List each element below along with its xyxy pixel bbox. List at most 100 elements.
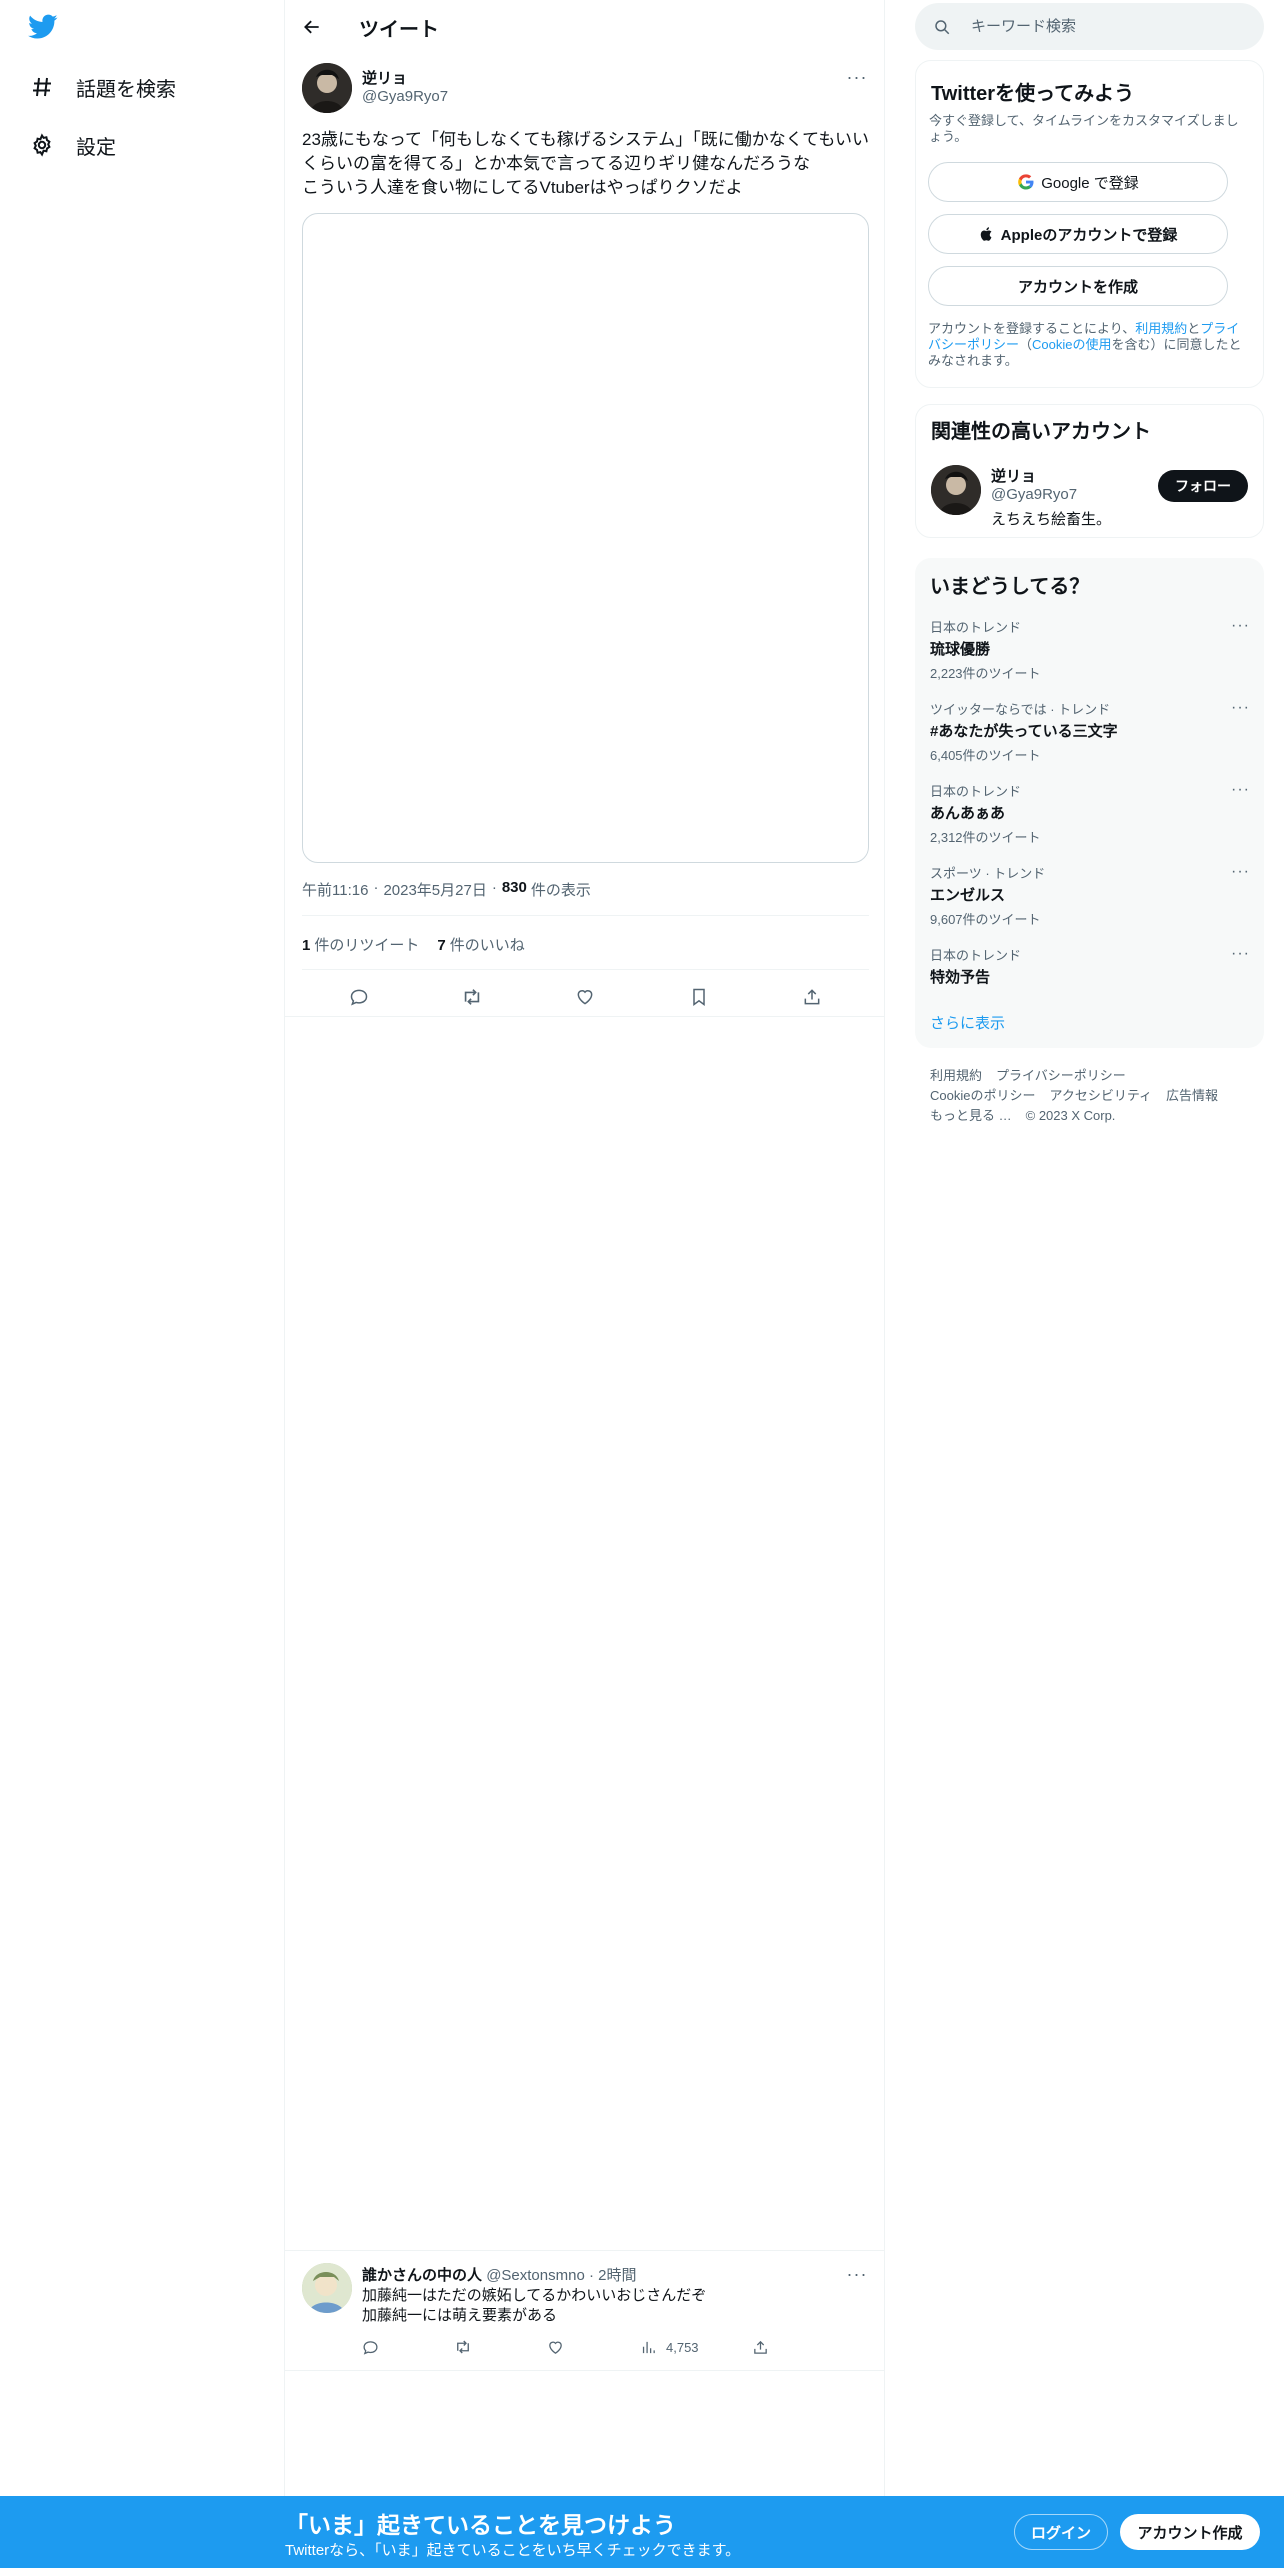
twitter-logo-icon[interactable] bbox=[28, 14, 62, 44]
tweet-media[interactable] bbox=[302, 213, 869, 863]
tweet-stats: 1 件のリツイート 7 件のいいね bbox=[302, 934, 525, 955]
reply-icon[interactable] bbox=[341, 979, 377, 1015]
login-button[interactable]: ログイン bbox=[1014, 2514, 1108, 2550]
reply-text-line: 加藤純一はただの嫉妬してるかわいいおじさんだぞ bbox=[362, 2287, 707, 2304]
gear-icon bbox=[28, 131, 56, 159]
tweet-actions bbox=[302, 977, 869, 1017]
reply-author-handle[interactable]: @Sextonsmno bbox=[486, 2267, 585, 2284]
reply-actions: 4,753 bbox=[362, 2334, 802, 2360]
reply-views-count: 4,753 bbox=[666, 2339, 699, 2355]
divider bbox=[302, 969, 869, 970]
divider bbox=[285, 1016, 885, 1017]
divider bbox=[302, 915, 869, 916]
trend-item[interactable]: スポーツ · トレンド エンゼルス 9,607件のツイート ··· bbox=[930, 863, 1250, 928]
views-stat[interactable]: 4,753 bbox=[640, 2334, 699, 2360]
bottom-signup-bar: 「いま」起きていることを見つけよう Twitterなら、「いま」起きていることを… bbox=[0, 2496, 1284, 2568]
google-signup-button[interactable]: Google で登録 bbox=[928, 162, 1228, 202]
avatar[interactable] bbox=[302, 63, 352, 113]
more-options-icon[interactable]: ··· bbox=[1231, 617, 1250, 635]
nav-item-settings[interactable]: 設定 bbox=[28, 125, 116, 165]
more-options-icon[interactable]: ··· bbox=[842, 2264, 872, 2284]
footer-link[interactable]: 広告情報 bbox=[1166, 1088, 1218, 1103]
show-more-link[interactable]: さらに表示 bbox=[930, 1012, 1005, 1033]
search-box[interactable] bbox=[915, 3, 1264, 50]
like-icon[interactable] bbox=[547, 2334, 564, 2360]
more-options-icon[interactable]: ··· bbox=[1231, 699, 1250, 717]
nav-item-label: 設定 bbox=[76, 136, 116, 159]
like-icon[interactable] bbox=[567, 979, 603, 1015]
related-title: 関連性の高いアカウント bbox=[931, 421, 1151, 443]
footer-link[interactable]: アクセシビリティ bbox=[1049, 1088, 1152, 1103]
signup-card-title: Twitterを使ってみよう bbox=[931, 83, 1135, 105]
analytics-icon bbox=[642, 2341, 655, 2353]
copyright: © 2023 X Corp. bbox=[1025, 1108, 1116, 1123]
nav-item-label: 話題を検索 bbox=[76, 78, 176, 101]
left-nav: 話題を検索 設定 bbox=[0, 0, 285, 2568]
page-header: ツイート bbox=[285, 0, 885, 53]
google-signup-label: Google で登録 bbox=[1041, 174, 1139, 192]
more-options-icon[interactable]: ··· bbox=[842, 67, 872, 87]
related-account-bio: えちえち絵畜生。 bbox=[991, 511, 1112, 528]
share-icon[interactable] bbox=[752, 2334, 769, 2360]
more-options-icon[interactable]: ··· bbox=[1231, 945, 1250, 963]
reply-text: 加藤純一はただの嫉妬してるかわいいおじさんだぞ 加藤純一には萌え要素がある bbox=[362, 2286, 706, 2326]
signup-card-subtitle: 今すぐ登録して、タイムラインをカスタマイズしましょう。 bbox=[929, 113, 1239, 144]
more-options-icon[interactable]: ··· bbox=[1231, 781, 1250, 799]
reply-text-line: 加藤純一には萌え要素がある bbox=[362, 2307, 558, 2324]
bookmark-icon[interactable] bbox=[681, 979, 717, 1015]
footer-link[interactable]: Cookieのポリシー bbox=[930, 1088, 1035, 1103]
trend-item[interactable]: 日本のトレンド あんあぁあ 2,312件のツイート ··· bbox=[930, 781, 1250, 846]
retweet-icon[interactable] bbox=[454, 979, 490, 1015]
back-arrow-icon[interactable] bbox=[295, 10, 329, 44]
reply-icon[interactable] bbox=[362, 2334, 379, 2360]
related-account-handle[interactable]: @Gya9Ryo7 bbox=[991, 486, 1077, 503]
trends-title: いまどうしてる？ bbox=[930, 576, 1090, 598]
terms-link[interactable]: 利用規約 bbox=[1135, 321, 1187, 336]
signup-legal-text: アカウントを登録することにより、利用規約とプライバシーポリシー（Cookieの使… bbox=[928, 321, 1242, 368]
bottom-bar-subtitle: Twitterなら、「いま」起きていることをいち早くチェックできます。 bbox=[285, 2542, 741, 2559]
share-icon[interactable] bbox=[794, 979, 830, 1015]
reply-author-name[interactable]: 誰かさんの中の人 bbox=[362, 2267, 482, 2284]
related-account-name[interactable]: 逆リョ bbox=[991, 465, 1036, 486]
trend-item[interactable]: 日本のトレンド 特効予告 ··· bbox=[930, 945, 1250, 987]
reply-time[interactable]: 2時間 bbox=[598, 2267, 636, 2284]
apple-signup-label: Appleのアカウントで登録 bbox=[1000, 226, 1178, 244]
create-account-label: アカウントを作成 bbox=[1017, 278, 1138, 296]
retweet-icon[interactable] bbox=[454, 2334, 472, 2360]
create-account-button[interactable]: アカウントを作成 bbox=[928, 266, 1228, 306]
footer-link[interactable]: プライバシーポリシー bbox=[996, 1068, 1126, 1083]
search-icon bbox=[933, 17, 953, 37]
signup-card: Twitterを使ってみよう 今すぐ登録して、タイムラインをカスタマイズしましょ… bbox=[915, 60, 1264, 388]
trend-item[interactable]: 日本のトレンド 琉球優勝 2,223件のツイート ··· bbox=[930, 617, 1250, 682]
bottom-bar-title: 「いま」起きていることを見つけよう bbox=[285, 2512, 676, 2538]
footer-link[interactable]: もっと見る … bbox=[930, 1108, 1012, 1123]
signup-button[interactable]: アカウント作成 bbox=[1120, 2514, 1260, 2550]
nav-item-explore[interactable]: 話題を検索 bbox=[28, 67, 176, 107]
google-icon bbox=[1017, 173, 1035, 191]
page-title: ツイート bbox=[359, 19, 439, 41]
tweet-text-line: こういう人達を食い物にしてるVtuberはやっぱりクソだよ bbox=[302, 178, 743, 197]
trend-item[interactable]: ツイッターならでは · トレンド #あなたが失っている三文字 6,405件のツイ… bbox=[930, 699, 1250, 764]
trends-card: いまどうしてる？ 日本のトレンド 琉球優勝 2,223件のツイート ··· ツイ… bbox=[915, 558, 1264, 1048]
reply-header: 誰かさんの中の人 @Sextonsmno · 2時間 bbox=[362, 2267, 637, 2284]
tweet-metadata: 午前11:16 · 2023年5月27日 · 830 件の表示 bbox=[302, 879, 591, 900]
likes-stat[interactable]: 7 件のいいね bbox=[437, 934, 524, 955]
tweet-text-line: 23歳にもなって「何もしなくても稼げるシステム」「既に働かなくてもいい bbox=[302, 130, 869, 149]
main-column: ツイート 逆リョ @Gya9Ryo7 ··· 23歳にもなって「何もしなくても稼… bbox=[285, 0, 885, 2568]
tweet-author-handle[interactable]: @Gya9Ryo7 bbox=[362, 88, 448, 105]
footer-links: 利用規約 プライバシーポリシー Cookieのポリシー アクセシビリティ 広告情報 も… bbox=[930, 1066, 1250, 1126]
tweet-author-name[interactable]: 逆リョ bbox=[362, 67, 407, 88]
follow-button[interactable]: フォロー bbox=[1158, 470, 1248, 502]
avatar[interactable] bbox=[302, 2263, 352, 2313]
cookie-link[interactable]: Cookieの使用 bbox=[1032, 337, 1111, 352]
footer-link[interactable]: 利用規約 bbox=[930, 1068, 982, 1083]
tweet-time[interactable]: 午前11:16 bbox=[302, 879, 368, 900]
apple-signup-button[interactable]: Appleのアカウントで登録 bbox=[928, 214, 1228, 254]
retweets-stat[interactable]: 1 件のリツイート bbox=[302, 934, 419, 955]
hashtag-icon bbox=[28, 73, 56, 101]
search-input[interactable] bbox=[971, 18, 1241, 35]
divider bbox=[285, 2250, 885, 2251]
tweet-date[interactable]: 2023年5月27日 bbox=[383, 879, 486, 900]
avatar[interactable] bbox=[931, 465, 981, 515]
more-options-icon[interactable]: ··· bbox=[1231, 863, 1250, 881]
